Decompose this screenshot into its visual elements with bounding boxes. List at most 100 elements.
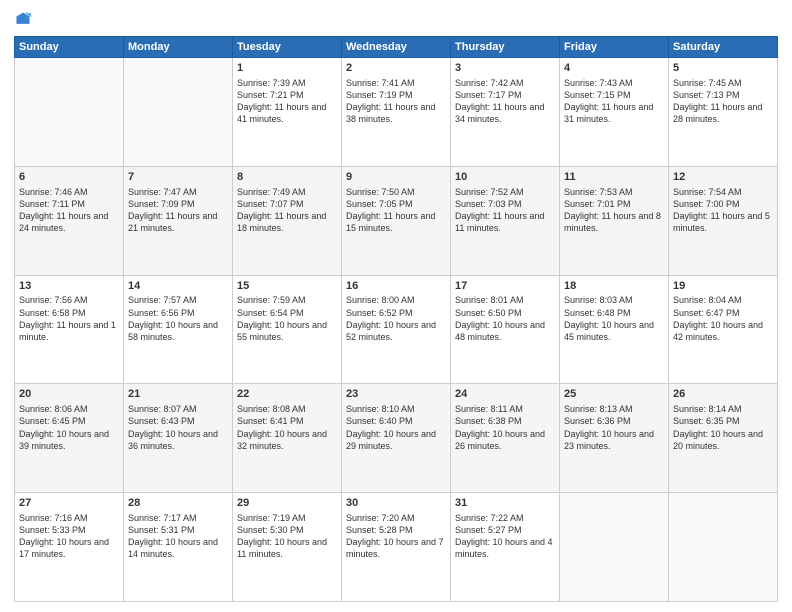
calendar-cell: 17Sunrise: 8:01 AMSunset: 6:50 PMDayligh… — [451, 275, 560, 384]
day-number: 18 — [564, 279, 664, 294]
day-info: Sunrise: 7:56 AMSunset: 6:58 PMDaylight:… — [19, 294, 119, 343]
day-info: Sunrise: 7:52 AMSunset: 7:03 PMDaylight:… — [455, 186, 555, 235]
weekday-header: Sunday — [15, 37, 124, 58]
day-number: 1 — [237, 61, 337, 76]
day-number: 21 — [128, 387, 228, 402]
day-number: 17 — [455, 279, 555, 294]
calendar-cell: 25Sunrise: 8:13 AMSunset: 6:36 PMDayligh… — [560, 384, 669, 493]
weekday-header: Friday — [560, 37, 669, 58]
calendar-cell: 12Sunrise: 7:54 AMSunset: 7:00 PMDayligh… — [669, 166, 778, 275]
day-info: Sunrise: 8:01 AMSunset: 6:50 PMDaylight:… — [455, 294, 555, 343]
day-info: Sunrise: 7:54 AMSunset: 7:00 PMDaylight:… — [673, 186, 773, 235]
day-number: 20 — [19, 387, 119, 402]
day-number: 30 — [346, 496, 446, 511]
day-info: Sunrise: 7:41 AMSunset: 7:19 PMDaylight:… — [346, 77, 446, 126]
calendar-cell: 2Sunrise: 7:41 AMSunset: 7:19 PMDaylight… — [342, 58, 451, 167]
day-number: 31 — [455, 496, 555, 511]
day-info: Sunrise: 7:17 AMSunset: 5:31 PMDaylight:… — [128, 512, 228, 561]
calendar-cell: 11Sunrise: 7:53 AMSunset: 7:01 PMDayligh… — [560, 166, 669, 275]
day-number: 8 — [237, 170, 337, 185]
calendar-cell: 30Sunrise: 7:20 AMSunset: 5:28 PMDayligh… — [342, 493, 451, 602]
day-number: 24 — [455, 387, 555, 402]
weekday-header: Monday — [124, 37, 233, 58]
calendar-cell: 29Sunrise: 7:19 AMSunset: 5:30 PMDayligh… — [233, 493, 342, 602]
calendar-cell: 6Sunrise: 7:46 AMSunset: 7:11 PMDaylight… — [15, 166, 124, 275]
day-info: Sunrise: 8:11 AMSunset: 6:38 PMDaylight:… — [455, 403, 555, 452]
day-number: 29 — [237, 496, 337, 511]
calendar-cell: 8Sunrise: 7:49 AMSunset: 7:07 PMDaylight… — [233, 166, 342, 275]
weekday-header: Tuesday — [233, 37, 342, 58]
calendar-cell: 9Sunrise: 7:50 AMSunset: 7:05 PMDaylight… — [342, 166, 451, 275]
calendar-cell: 1Sunrise: 7:39 AMSunset: 7:21 PMDaylight… — [233, 58, 342, 167]
day-number: 11 — [564, 170, 664, 185]
day-number: 7 — [128, 170, 228, 185]
day-info: Sunrise: 8:06 AMSunset: 6:45 PMDaylight:… — [19, 403, 119, 452]
day-info: Sunrise: 7:39 AMSunset: 7:21 PMDaylight:… — [237, 77, 337, 126]
calendar-week-row: 1Sunrise: 7:39 AMSunset: 7:21 PMDaylight… — [15, 58, 778, 167]
calendar-cell: 27Sunrise: 7:16 AMSunset: 5:33 PMDayligh… — [15, 493, 124, 602]
weekday-header: Wednesday — [342, 37, 451, 58]
calendar-week-row: 20Sunrise: 8:06 AMSunset: 6:45 PMDayligh… — [15, 384, 778, 493]
day-number: 19 — [673, 279, 773, 294]
calendar-cell: 14Sunrise: 7:57 AMSunset: 6:56 PMDayligh… — [124, 275, 233, 384]
day-number: 22 — [237, 387, 337, 402]
day-number: 26 — [673, 387, 773, 402]
page: SundayMondayTuesdayWednesdayThursdayFrid… — [0, 0, 792, 612]
calendar-cell: 22Sunrise: 8:08 AMSunset: 6:41 PMDayligh… — [233, 384, 342, 493]
calendar-cell: 16Sunrise: 8:00 AMSunset: 6:52 PMDayligh… — [342, 275, 451, 384]
calendar-header-row: SundayMondayTuesdayWednesdayThursdayFrid… — [15, 37, 778, 58]
calendar-cell: 3Sunrise: 7:42 AMSunset: 7:17 PMDaylight… — [451, 58, 560, 167]
day-info: Sunrise: 7:46 AMSunset: 7:11 PMDaylight:… — [19, 186, 119, 235]
day-number: 4 — [564, 61, 664, 76]
day-info: Sunrise: 8:00 AMSunset: 6:52 PMDaylight:… — [346, 294, 446, 343]
weekday-header: Thursday — [451, 37, 560, 58]
calendar-week-row: 6Sunrise: 7:46 AMSunset: 7:11 PMDaylight… — [15, 166, 778, 275]
day-info: Sunrise: 7:45 AMSunset: 7:13 PMDaylight:… — [673, 77, 773, 126]
day-info: Sunrise: 8:04 AMSunset: 6:47 PMDaylight:… — [673, 294, 773, 343]
header — [14, 10, 778, 28]
day-number: 28 — [128, 496, 228, 511]
calendar-cell: 24Sunrise: 8:11 AMSunset: 6:38 PMDayligh… — [451, 384, 560, 493]
calendar-table: SundayMondayTuesdayWednesdayThursdayFrid… — [14, 36, 778, 602]
calendar-cell: 26Sunrise: 8:14 AMSunset: 6:35 PMDayligh… — [669, 384, 778, 493]
day-number: 3 — [455, 61, 555, 76]
calendar-cell: 28Sunrise: 7:17 AMSunset: 5:31 PMDayligh… — [124, 493, 233, 602]
day-number: 25 — [564, 387, 664, 402]
day-info: Sunrise: 7:53 AMSunset: 7:01 PMDaylight:… — [564, 186, 664, 235]
day-info: Sunrise: 8:07 AMSunset: 6:43 PMDaylight:… — [128, 403, 228, 452]
day-number: 10 — [455, 170, 555, 185]
day-info: Sunrise: 7:47 AMSunset: 7:09 PMDaylight:… — [128, 186, 228, 235]
day-info: Sunrise: 7:42 AMSunset: 7:17 PMDaylight:… — [455, 77, 555, 126]
calendar-cell: 7Sunrise: 7:47 AMSunset: 7:09 PMDaylight… — [124, 166, 233, 275]
calendar-cell: 18Sunrise: 8:03 AMSunset: 6:48 PMDayligh… — [560, 275, 669, 384]
calendar-cell: 5Sunrise: 7:45 AMSunset: 7:13 PMDaylight… — [669, 58, 778, 167]
calendar-cell — [669, 493, 778, 602]
day-info: Sunrise: 7:49 AMSunset: 7:07 PMDaylight:… — [237, 186, 337, 235]
day-info: Sunrise: 8:08 AMSunset: 6:41 PMDaylight:… — [237, 403, 337, 452]
day-info: Sunrise: 8:13 AMSunset: 6:36 PMDaylight:… — [564, 403, 664, 452]
day-info: Sunrise: 7:20 AMSunset: 5:28 PMDaylight:… — [346, 512, 446, 561]
day-info: Sunrise: 7:43 AMSunset: 7:15 PMDaylight:… — [564, 77, 664, 126]
day-number: 13 — [19, 279, 119, 294]
calendar-cell: 15Sunrise: 7:59 AMSunset: 6:54 PMDayligh… — [233, 275, 342, 384]
day-number: 2 — [346, 61, 446, 76]
day-info: Sunrise: 7:59 AMSunset: 6:54 PMDaylight:… — [237, 294, 337, 343]
day-info: Sunrise: 8:10 AMSunset: 6:40 PMDaylight:… — [346, 403, 446, 452]
day-info: Sunrise: 8:03 AMSunset: 6:48 PMDaylight:… — [564, 294, 664, 343]
calendar-cell: 20Sunrise: 8:06 AMSunset: 6:45 PMDayligh… — [15, 384, 124, 493]
calendar-cell: 13Sunrise: 7:56 AMSunset: 6:58 PMDayligh… — [15, 275, 124, 384]
day-number: 5 — [673, 61, 773, 76]
day-number: 9 — [346, 170, 446, 185]
calendar-week-row: 13Sunrise: 7:56 AMSunset: 6:58 PMDayligh… — [15, 275, 778, 384]
day-info: Sunrise: 7:22 AMSunset: 5:27 PMDaylight:… — [455, 512, 555, 561]
day-number: 12 — [673, 170, 773, 185]
calendar-cell: 4Sunrise: 7:43 AMSunset: 7:15 PMDaylight… — [560, 58, 669, 167]
day-number: 14 — [128, 279, 228, 294]
logo — [14, 10, 34, 28]
calendar-cell: 31Sunrise: 7:22 AMSunset: 5:27 PMDayligh… — [451, 493, 560, 602]
day-info: Sunrise: 8:14 AMSunset: 6:35 PMDaylight:… — [673, 403, 773, 452]
day-number: 23 — [346, 387, 446, 402]
day-info: Sunrise: 7:57 AMSunset: 6:56 PMDaylight:… — [128, 294, 228, 343]
calendar-cell — [15, 58, 124, 167]
calendar-cell — [560, 493, 669, 602]
